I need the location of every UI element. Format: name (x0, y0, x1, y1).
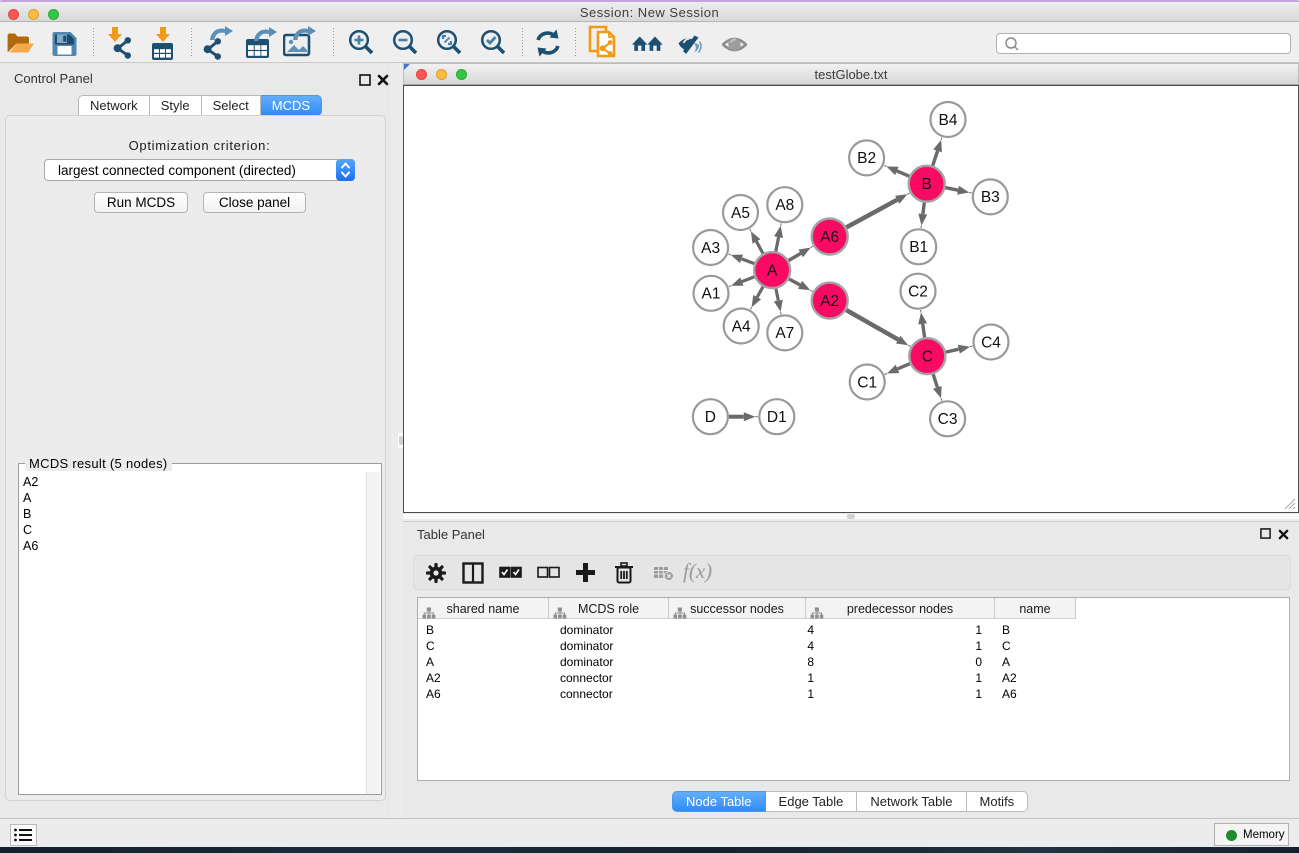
svg-text:C: C (922, 349, 933, 366)
svg-text:f(x): f(x) (683, 561, 712, 583)
svg-text:C2: C2 (908, 284, 928, 301)
svg-text:A1: A1 (702, 286, 721, 303)
svg-text:A3: A3 (701, 240, 720, 257)
svg-text:D: D (705, 409, 716, 426)
svg-text:B1: B1 (909, 239, 928, 256)
svg-text:A6: A6 (820, 229, 839, 246)
svg-text:B4: B4 (939, 112, 958, 129)
svg-text:A7: A7 (775, 325, 794, 342)
svg-text:A2: A2 (820, 293, 839, 310)
svg-text:C4: C4 (981, 334, 1001, 351)
svg-text:A4: A4 (732, 318, 751, 335)
svg-text:A5: A5 (731, 205, 750, 222)
svg-text:B3: B3 (981, 189, 1000, 206)
svg-text:A: A (767, 262, 778, 279)
svg-text:B: B (922, 176, 932, 193)
svg-text:A8: A8 (775, 197, 794, 214)
svg-text:C3: C3 (938, 411, 958, 428)
svg-text:D1: D1 (767, 409, 787, 426)
svg-text:B2: B2 (857, 150, 876, 167)
svg-text:C1: C1 (857, 374, 877, 391)
